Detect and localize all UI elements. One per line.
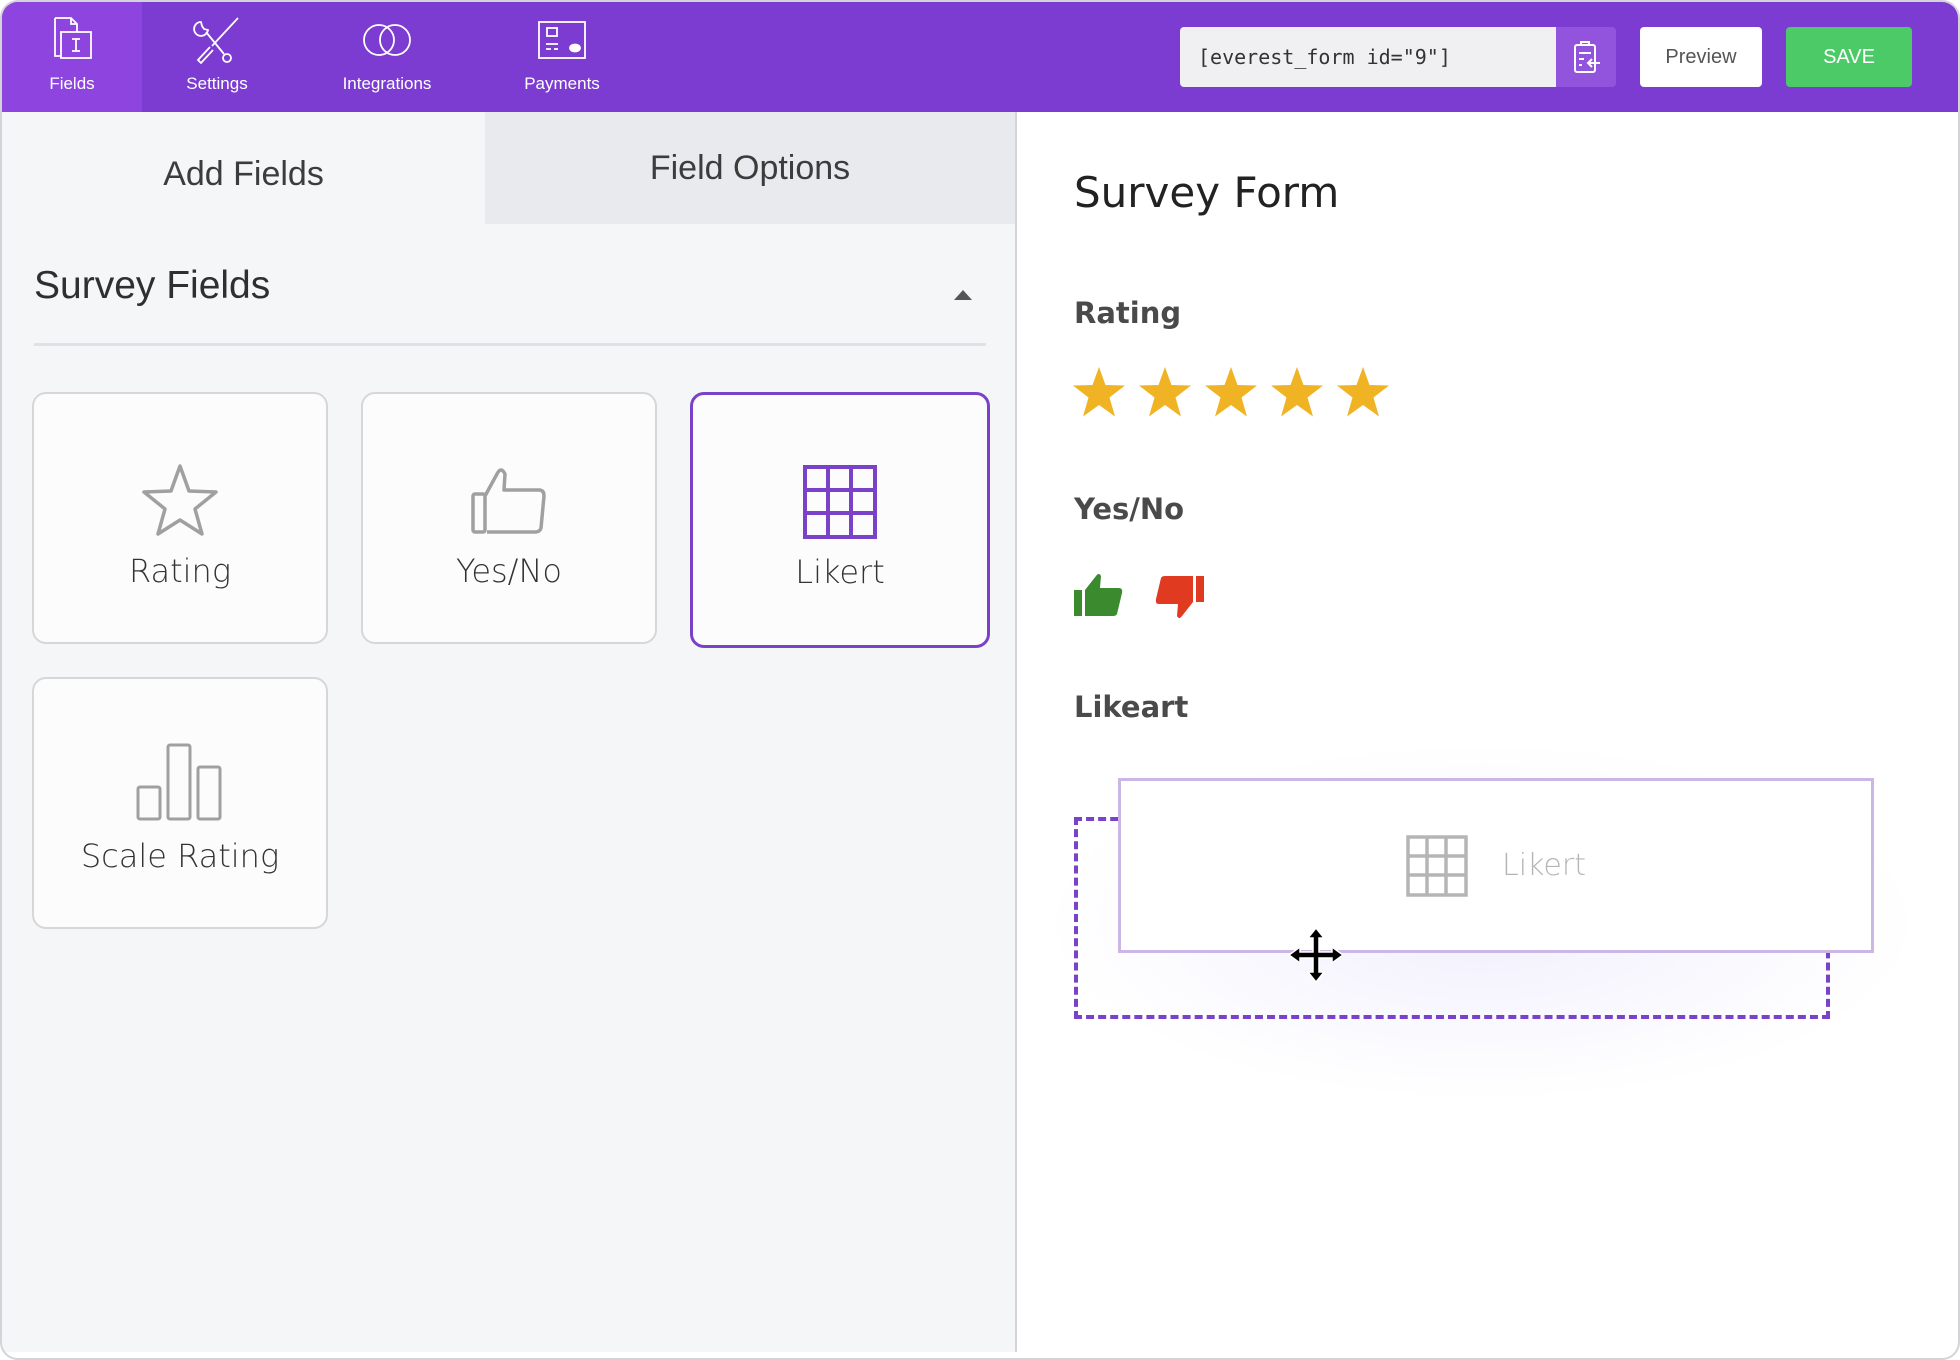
yes-no-options — [1072, 572, 1206, 620]
drag-ghost-label: Likert — [1502, 848, 1586, 883]
nav-payments-label: Payments — [524, 74, 600, 93]
save-button[interactable]: SAVE — [1786, 27, 1912, 87]
move-cursor-icon — [1287, 926, 1345, 984]
star-icon[interactable] — [1336, 366, 1390, 418]
field-card-likert[interactable]: Likert — [690, 392, 990, 648]
star-icon[interactable] — [1072, 366, 1126, 418]
panel-tabs: Add Fields Field Options — [2, 112, 1015, 224]
settings-icon — [193, 17, 239, 65]
dragged-likert-field[interactable]: Likert — [1118, 778, 1874, 953]
yes-no-field-label: Yes/No — [1074, 492, 1185, 526]
shortcode-input[interactable] — [1180, 27, 1556, 87]
nav-settings-label: Settings — [186, 74, 248, 93]
field-card-label: Yes/No — [456, 552, 562, 590]
grid-icon — [1406, 834, 1468, 897]
form-builder-window: Fields Settings Integrations Payments [e… — [0, 0, 1960, 1360]
thumbs-up-outline-icon — [471, 468, 546, 534]
field-card-rating[interactable]: Rating — [32, 392, 328, 644]
field-card-scale-rating[interactable]: Scale Rating — [32, 677, 328, 929]
nav-fields[interactable]: Fields — [2, 2, 142, 112]
star-icon[interactable] — [1138, 366, 1192, 418]
thumbs-down-icon[interactable] — [1154, 572, 1206, 620]
survey-fields-header[interactable]: Survey Fields — [34, 260, 986, 346]
nav-settings[interactable]: Settings — [142, 2, 292, 112]
top-bar: Fields Settings Integrations Payments [e… — [2, 2, 1958, 112]
likert-field-label: Likeart — [1074, 690, 1189, 724]
fields-icon — [54, 17, 92, 59]
caret-up-icon[interactable] — [954, 290, 972, 300]
tab-field-options[interactable]: Field Options — [485, 112, 1015, 224]
nav-integrations-label: Integrations — [342, 74, 432, 93]
tab-add-fields[interactable]: Add Fields — [2, 112, 486, 224]
field-card-label: Scale Rating — [80, 837, 280, 875]
field-card-yes-no[interactable]: Yes/No — [361, 392, 657, 644]
preview-button[interactable]: Preview — [1640, 27, 1762, 87]
nav-payments[interactable]: Payments — [482, 2, 642, 112]
field-card-label: Rating — [128, 552, 232, 590]
copy-shortcode-button[interactable] — [1556, 27, 1616, 87]
star-icon[interactable] — [1204, 366, 1258, 418]
form-title: Survey Form — [1074, 168, 1340, 217]
fields-panel: Add Fields Field Options Survey Fields R… — [2, 112, 1017, 1352]
nav-fields-label: Fields — [49, 74, 95, 93]
rating-field-label: Rating — [1074, 296, 1182, 330]
clipboard-copy-icon — [1574, 41, 1600, 73]
star-outline-icon — [142, 464, 218, 536]
star-icon[interactable] — [1270, 366, 1324, 418]
thumbs-up-icon[interactable] — [1072, 572, 1124, 620]
shortcode-group — [1180, 27, 1616, 87]
bar-chart-icon — [136, 743, 222, 821]
integrations-icon — [363, 24, 411, 56]
payments-icon — [538, 21, 586, 59]
nav-integrations[interactable]: Integrations — [292, 2, 482, 112]
grid-icon — [803, 465, 877, 539]
field-card-label: Likert — [795, 553, 885, 591]
rating-stars[interactable] — [1072, 366, 1390, 418]
section-title: Survey Fields — [34, 264, 271, 307]
